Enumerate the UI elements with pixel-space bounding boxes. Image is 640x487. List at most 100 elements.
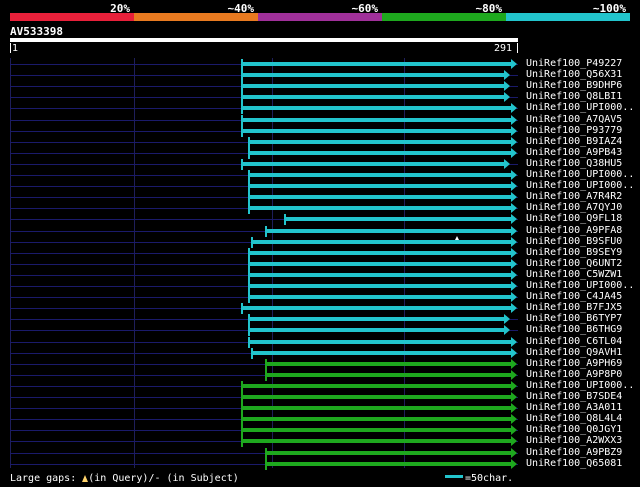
hit-bar[interactable] (240, 84, 504, 89)
hit-name[interactable]: UniRef100_A9P8P0 (526, 369, 622, 380)
hit-bar[interactable] (240, 73, 504, 78)
hit-name[interactable]: UniRef100_Q9AVH1 (526, 347, 622, 358)
hit-name[interactable]: UniRef100_UPI000.. (526, 180, 634, 191)
hit-bar[interactable] (240, 128, 511, 133)
hit-name[interactable]: UniRef100_B9SFU0 (526, 236, 622, 247)
hit-bar[interactable] (247, 328, 504, 333)
hit-bar[interactable] (240, 117, 511, 122)
hit-bar[interactable] (247, 184, 511, 189)
hit-name[interactable]: UniRef100_A9PBZ9 (526, 447, 622, 458)
hit-name[interactable]: UniRef100_B6TYP7 (526, 313, 622, 324)
hit-list: UniRef100_P49227 UniRef100_Q56X31 UniRef10… (0, 0, 640, 487)
hit-arrow-icon (504, 81, 510, 92)
hit-bar[interactable] (247, 261, 511, 266)
hit-name[interactable]: UniRef100_UPI000.. (526, 280, 634, 291)
hit-bar[interactable] (247, 317, 504, 322)
scale-swatch (445, 475, 463, 478)
hit-bar[interactable] (240, 439, 511, 444)
hit-bar[interactable] (240, 62, 511, 66)
hit-bar[interactable] (240, 106, 511, 111)
hit-name[interactable]: UniRef100_B7SDE4 (526, 391, 622, 402)
hit-name[interactable]: UniRef100_Q9FL18 (526, 213, 622, 224)
hit-arrow-icon (511, 292, 517, 303)
hit-name[interactable]: UniRef100_Q6UNT2 (526, 258, 622, 269)
hit-name[interactable]: UniRef100_Q8L4L4 (526, 413, 622, 424)
hit-row[interactable]: UniRef100_Q65081 (0, 458, 640, 470)
hit-arrow-icon (511, 192, 517, 203)
hit-name[interactable]: UniRef100_B9DHP6 (526, 80, 622, 91)
hit-name[interactable]: UniRef100_A3A011 (526, 402, 622, 413)
hit-arrow-icon (511, 114, 517, 125)
hit-arrow-icon (511, 214, 517, 225)
hit-name[interactable]: UniRef100_UPI000.. (526, 102, 634, 113)
hit-arrow-icon (511, 225, 517, 236)
hit-bar[interactable] (284, 217, 511, 222)
hit-bar[interactable] (251, 239, 511, 244)
hit-name[interactable]: UniRef100_B7FJX5 (526, 302, 622, 313)
hit-name[interactable]: UniRef100_A9PH69 (526, 358, 622, 369)
large-gap-marker (455, 236, 459, 240)
hit-bar[interactable] (265, 461, 511, 466)
hit-name[interactable]: UniRef100_C4JA45 (526, 291, 622, 302)
hit-arrow-icon (511, 170, 517, 180)
hit-name[interactable]: UniRef100_B6THG9 (526, 324, 622, 335)
hit-name[interactable]: UniRef100_UPI000.. (526, 380, 634, 391)
hit-name[interactable]: UniRef100_A7QAV5 (526, 114, 622, 125)
hit-bar[interactable] (240, 395, 511, 399)
hit-bar[interactable] (265, 372, 511, 377)
hit-name[interactable]: UniRef100_Q0JGY1 (526, 424, 622, 435)
hit-name[interactable]: UniRef100_A2WXX3 (526, 435, 622, 446)
hit-bar[interactable] (240, 383, 511, 388)
hit-bar[interactable] (247, 206, 511, 211)
hit-bar[interactable] (247, 272, 511, 277)
hit-name[interactable]: UniRef100_A7QYJ0 (526, 202, 622, 213)
hit-name[interactable]: UniRef100_UPI000.. (526, 169, 634, 180)
hit-arrow-icon (511, 458, 517, 469)
hit-bar[interactable] (247, 173, 511, 177)
hit-bar[interactable] (265, 361, 511, 366)
hit-arrow-icon (511, 281, 517, 291)
hit-name[interactable]: UniRef100_A9PFA8 (526, 225, 622, 236)
hit-arrow-icon (511, 336, 517, 347)
hit-arrow-icon (504, 325, 510, 336)
footer-prefix: Large gaps: (10, 473, 83, 484)
hit-bar[interactable] (265, 450, 511, 455)
hit-name[interactable]: UniRef100_B9IAZ4 (526, 136, 622, 147)
hit-bar[interactable] (247, 284, 511, 288)
hit-bar[interactable] (247, 150, 511, 155)
hit-bar[interactable] (240, 428, 511, 433)
footer-legend: Large gaps: (in Query)/- (in Subject) (10, 473, 239, 484)
hit-bar[interactable] (247, 195, 511, 200)
hit-arrow-icon (511, 103, 517, 114)
hit-arrow-icon (511, 236, 517, 247)
footer-gap-text: (in Query)/- (in Subject) (88, 473, 239, 484)
hit-name[interactable]: UniRef100_P93779 (526, 125, 622, 136)
hit-name[interactable]: UniRef100_B9SEY9 (526, 247, 622, 258)
hit-name[interactable]: UniRef100_A9PB43 (526, 147, 622, 158)
hit-arrow-icon (504, 314, 510, 325)
hit-name[interactable]: UniRef100_Q8LBI1 (526, 91, 622, 102)
hit-name[interactable]: UniRef100_Q38HU5 (526, 158, 622, 169)
hit-arrow-icon (511, 136, 517, 147)
hit-name[interactable]: UniRef100_C6TL04 (526, 336, 622, 347)
hit-name[interactable]: UniRef100_C5WZW1 (526, 269, 622, 280)
hit-bar[interactable] (247, 139, 511, 144)
hit-bar[interactable] (247, 295, 511, 300)
hit-arrow-icon (511, 447, 517, 458)
hit-bar[interactable] (247, 250, 511, 255)
hit-bar[interactable] (251, 350, 511, 355)
hit-bar[interactable] (240, 161, 504, 166)
hit-bar[interactable] (240, 417, 511, 422)
hit-bar[interactable] (240, 95, 504, 100)
hit-arrow-icon (511, 125, 517, 136)
hit-name[interactable]: UniRef100_Q65081 (526, 458, 622, 469)
hit-bar[interactable] (240, 406, 511, 411)
hit-arrow-icon (504, 92, 510, 103)
hit-arrow-icon (511, 380, 517, 391)
hit-name[interactable]: UniRef100_A7R4R2 (526, 191, 622, 202)
hit-bar[interactable] (247, 339, 511, 344)
hit-name[interactable]: UniRef100_Q56X31 (526, 69, 622, 80)
hit-name[interactable]: UniRef100_P49227 (526, 58, 622, 69)
hit-bar[interactable] (240, 306, 511, 311)
hit-bar[interactable] (265, 228, 511, 233)
